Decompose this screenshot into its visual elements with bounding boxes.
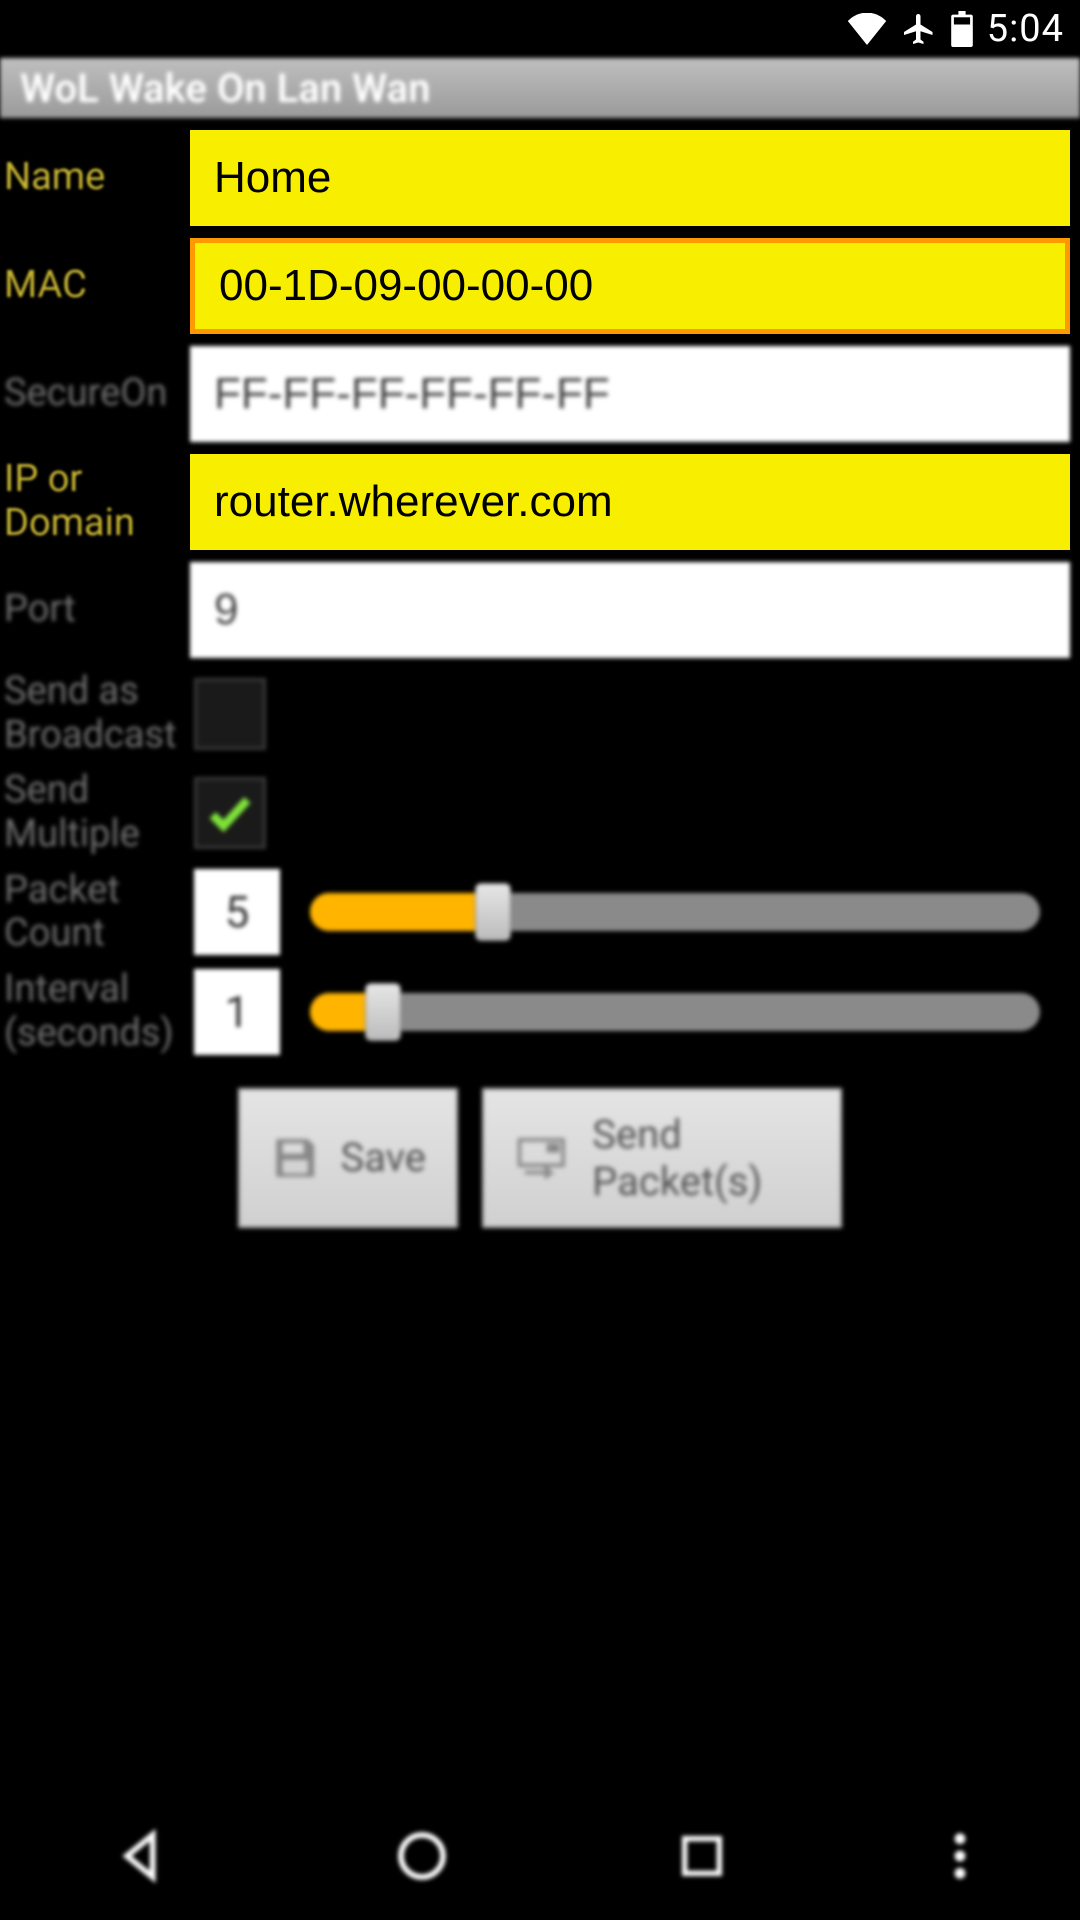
packet-count-label: Packet Count — [0, 869, 190, 956]
recent-apps-icon[interactable] — [676, 1830, 728, 1882]
app-title-bar: WoL Wake On Lan Wan — [0, 58, 1080, 118]
broadcast-checkbox[interactable] — [194, 678, 266, 750]
config-form: Name MAC SecureOn IP or Domain Port Send… — [0, 118, 1080, 1228]
save-button-label: Save — [340, 1134, 426, 1181]
name-label: Name — [0, 156, 190, 200]
ip-input[interactable] — [190, 454, 1070, 550]
menu-icon[interactable] — [953, 1830, 967, 1882]
send-button-label: Send Packet(s) — [592, 1111, 810, 1205]
status-time: 5:04 — [987, 7, 1064, 51]
port-input[interactable] — [190, 562, 1070, 658]
packet-count-value[interactable]: 5 — [194, 869, 280, 955]
status-bar: 5:04 — [0, 0, 1080, 58]
secureon-input[interactable] — [190, 346, 1070, 442]
port-label: Port — [0, 588, 190, 632]
secureon-label: SecureOn — [0, 372, 190, 416]
battery-icon — [951, 11, 973, 47]
broadcast-label: Send as Broadcast — [0, 670, 190, 757]
home-icon[interactable] — [394, 1828, 450, 1884]
airplane-icon — [901, 11, 937, 47]
mac-input[interactable] — [190, 238, 1070, 334]
send-packets-button[interactable]: Send Packet(s) — [482, 1088, 842, 1228]
wifi-icon — [847, 13, 887, 45]
multiple-label: Send Multiple — [0, 769, 190, 856]
check-icon — [204, 787, 256, 839]
save-button[interactable]: Save — [238, 1088, 458, 1228]
send-icon — [514, 1128, 572, 1188]
interval-label: Interval (seconds) — [0, 968, 190, 1055]
mac-label: MAC — [0, 264, 190, 308]
name-input[interactable] — [190, 130, 1070, 226]
interval-value[interactable]: 1 — [194, 969, 280, 1055]
android-navbar — [0, 1792, 1080, 1920]
interval-slider[interactable] — [310, 987, 1040, 1037]
back-icon[interactable] — [113, 1828, 169, 1884]
packet-count-slider[interactable] — [310, 887, 1040, 937]
save-icon — [270, 1126, 320, 1190]
app-title: WoL Wake On Lan Wan — [20, 65, 430, 112]
ip-label: IP or Domain — [0, 458, 190, 545]
multiple-checkbox[interactable] — [194, 777, 266, 849]
